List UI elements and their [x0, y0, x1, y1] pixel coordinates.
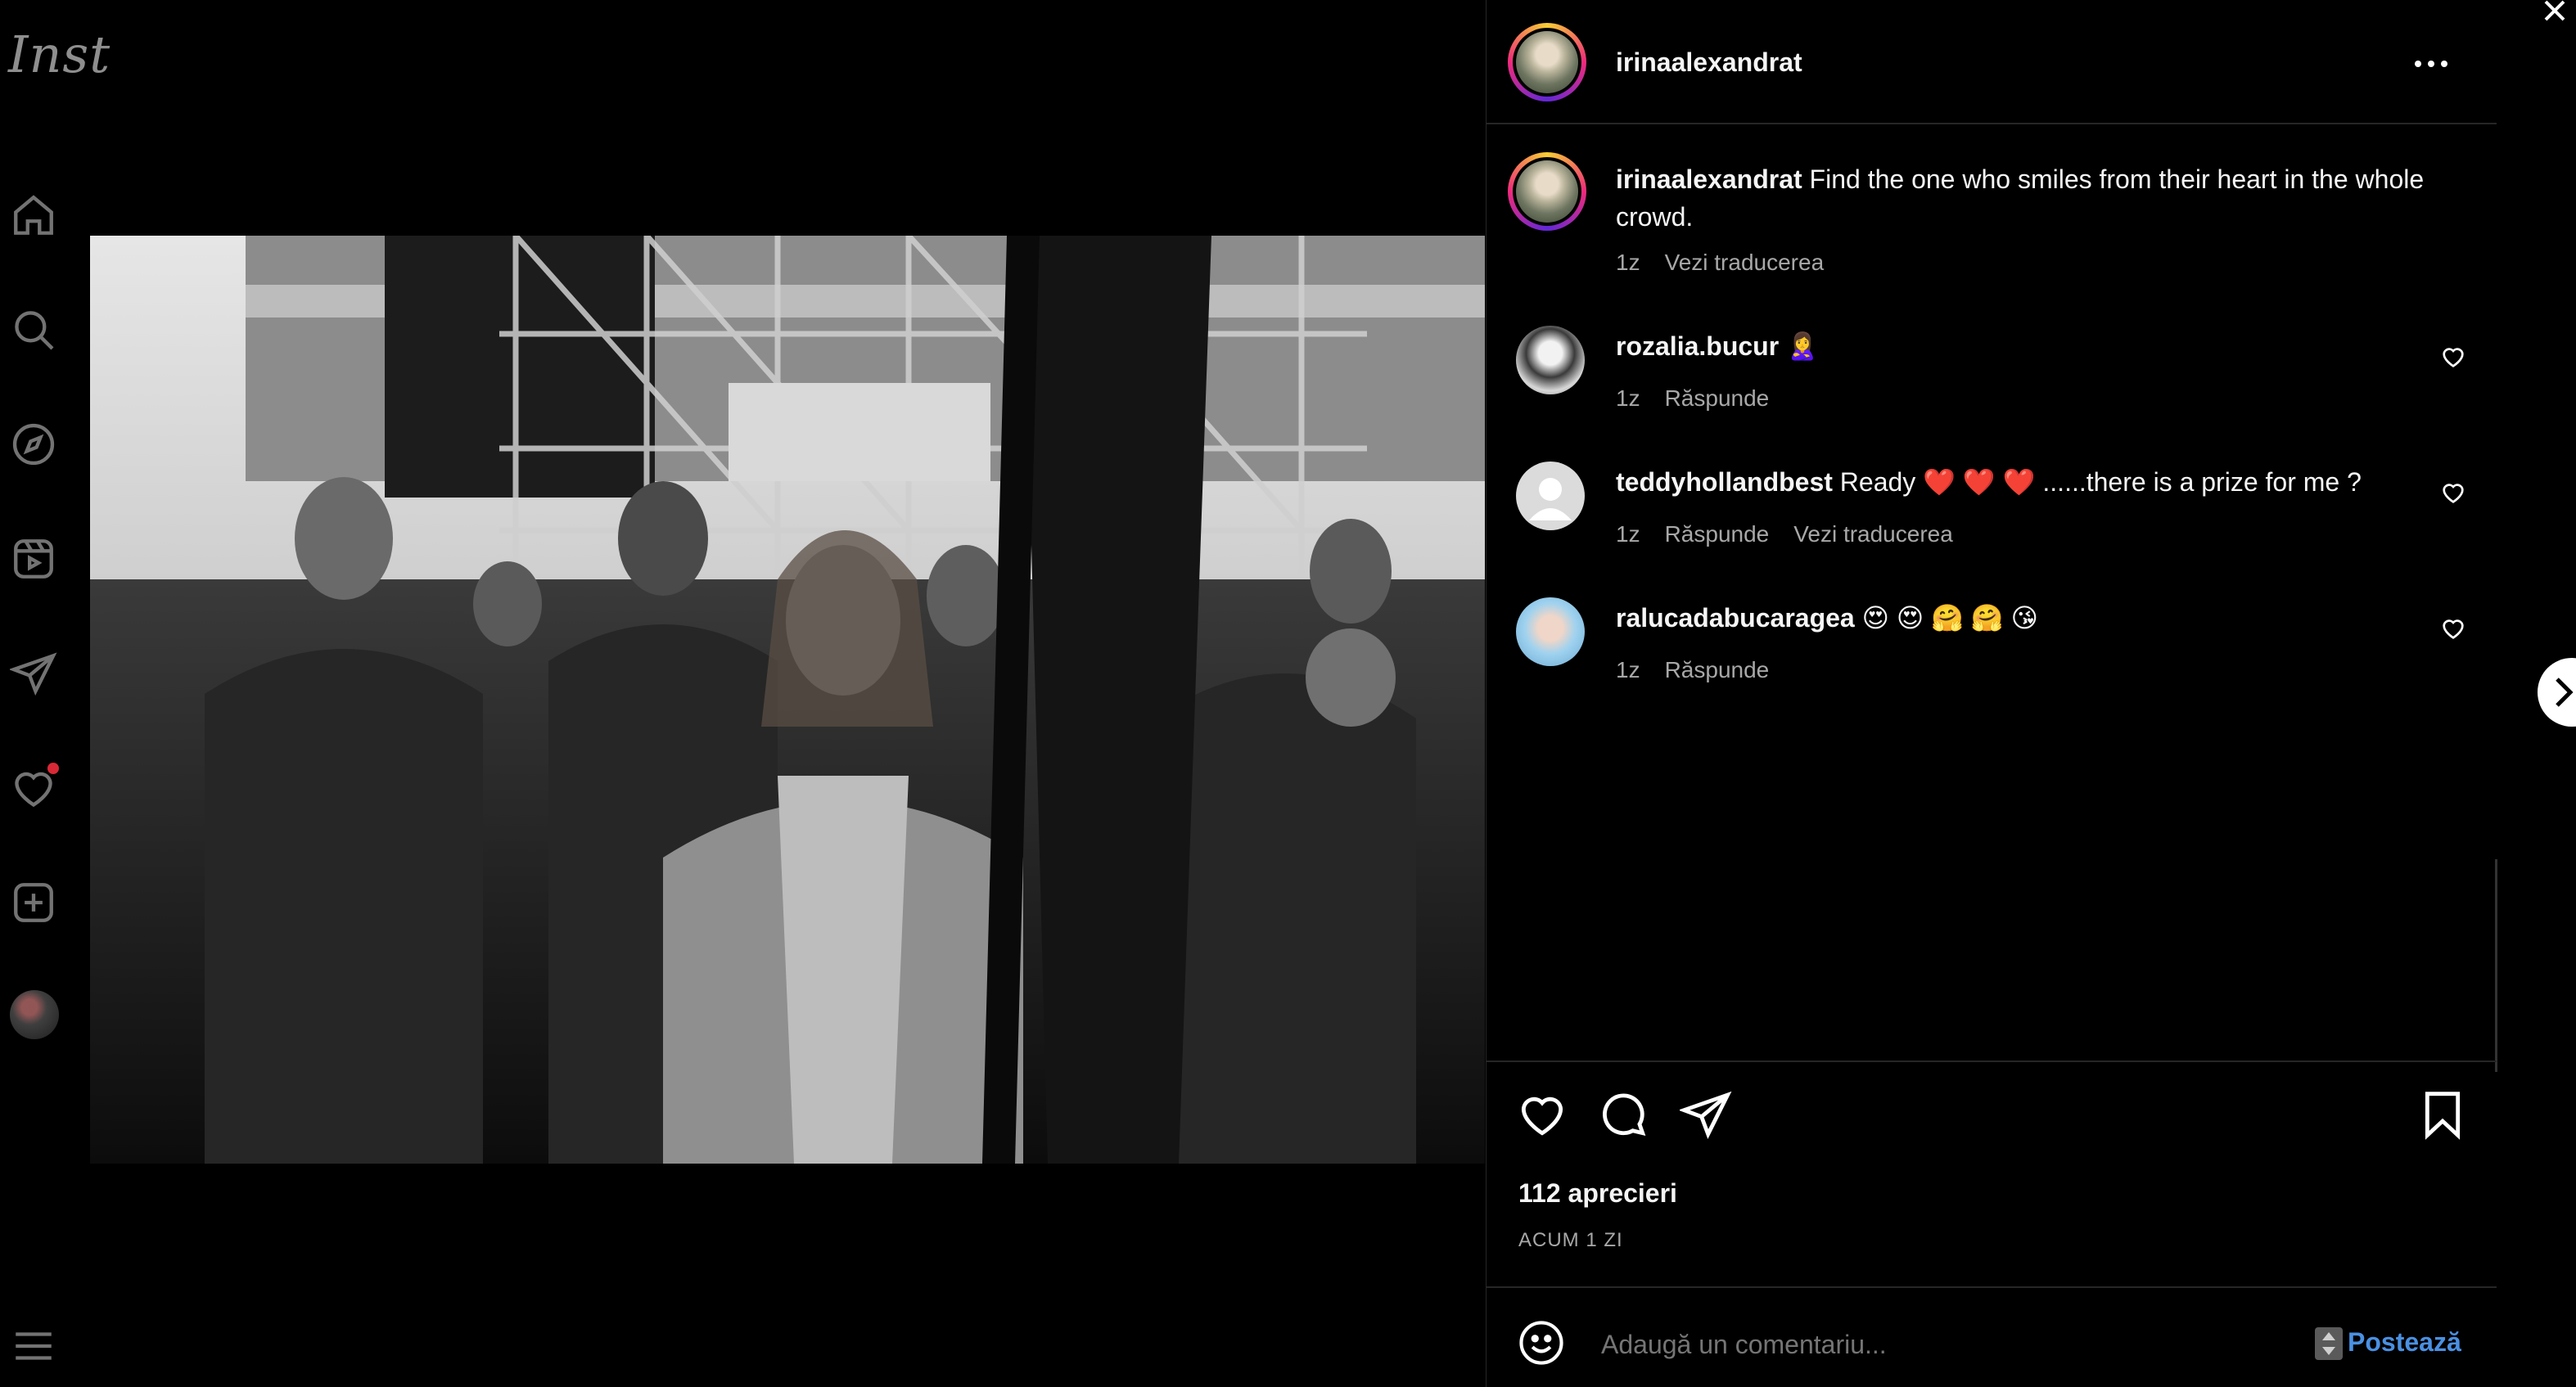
save-icon[interactable] — [2416, 1088, 2469, 1141]
caption-username[interactable]: irinaalexandrat — [1616, 164, 1802, 194]
comment-avatar[interactable] — [1516, 597, 1585, 666]
create-icon[interactable] — [5, 874, 62, 931]
comment-avatar[interactable] — [1516, 462, 1585, 530]
see-translation-link[interactable]: Vezi traducerea — [1793, 521, 1953, 547]
like-icon[interactable] — [1516, 1088, 1568, 1141]
chevron-right-icon — [2556, 678, 2574, 707]
comment-avatar[interactable] — [1516, 326, 1585, 394]
explore-icon[interactable] — [5, 416, 62, 473]
comment: teddyhollandbest Ready ❤️ ❤️ ❤️ ......th… — [1616, 463, 2418, 501]
caption-avatar[interactable] — [1508, 152, 1586, 231]
author-avatar[interactable] — [1508, 23, 1586, 101]
profile-avatar[interactable] — [10, 990, 59, 1039]
comment-like-icon[interactable] — [2440, 615, 2466, 642]
comment-username[interactable]: ralucadabucaragea — [1616, 603, 1855, 633]
comment-meta: 1z Răspunde — [1616, 657, 1793, 683]
see-translation-link[interactable]: Vezi traducerea — [1665, 250, 1825, 275]
comment-like-icon[interactable] — [2440, 344, 2466, 370]
header-divider — [1486, 123, 2497, 124]
comment-text: Ready ❤️ ❤️ ❤️ ......there is a prize fo… — [1839, 467, 2362, 497]
header-username[interactable]: irinaalexandrat — [1616, 47, 1802, 78]
next-post-button[interactable] — [2538, 658, 2576, 727]
comment-meta: 1z Răspunde Vezi traducerea — [1616, 521, 1978, 547]
home-icon[interactable] — [5, 187, 62, 244]
reply-link[interactable]: Răspunde — [1665, 521, 1770, 547]
comment-text: 🙎‍♀️ — [1786, 331, 1819, 361]
comment-username[interactable]: teddyhollandbest — [1616, 467, 1833, 497]
comment-time: 1z — [1616, 521, 1640, 547]
post-caption: irinaalexandrat Find the one who smiles … — [1616, 160, 2434, 236]
search-icon[interactable] — [5, 301, 62, 358]
reply-link[interactable]: Răspunde — [1665, 657, 1770, 682]
actions-divider — [1486, 1061, 2497, 1062]
comment-username[interactable]: rozalia.bucur — [1616, 331, 1779, 361]
messages-icon[interactable] — [5, 645, 62, 702]
cursor-indicator-icon — [2315, 1327, 2343, 1360]
comment-time: 1z — [1616, 385, 1640, 411]
comments-scrollbar[interactable] — [2495, 859, 2497, 1072]
post-comment-button[interactable]: Postează — [2348, 1327, 2461, 1358]
comment-meta: 1z Răspunde — [1616, 385, 1793, 412]
comment: rozalia.bucur 🙎‍♀️ — [1616, 327, 2385, 365]
comment: ralucadabucaragea 😍 😍 🤗 🤗 😘 — [1616, 599, 2385, 637]
composer-divider — [1486, 1286, 2497, 1288]
reels-icon[interactable] — [5, 530, 62, 588]
caption-time: 1z — [1616, 250, 1640, 275]
emoji-icon[interactable] — [1516, 1317, 1567, 1368]
caption-meta: 1z Vezi traducerea — [1616, 250, 1848, 276]
comment-time: 1z — [1616, 657, 1640, 682]
more-options-icon[interactable] — [2411, 52, 2451, 75]
comment-input[interactable] — [1599, 1319, 2258, 1370]
close-icon[interactable] — [2538, 0, 2570, 29]
instagram-logo[interactable]: Inst — [8, 25, 111, 84]
likes-count[interactable]: 112 aprecieri — [1518, 1178, 1677, 1209]
reply-link[interactable]: Răspunde — [1665, 385, 1770, 411]
comment-text: 😍 😍 🤗 🤗 😘 — [1861, 603, 2038, 633]
post-photo[interactable] — [90, 236, 1485, 1164]
menu-icon[interactable] — [5, 1317, 62, 1375]
comment-icon[interactable] — [1598, 1088, 1650, 1141]
comment-like-icon[interactable] — [2440, 480, 2466, 506]
post-timestamp: ACUM 1 ZI — [1518, 1229, 1623, 1251]
notification-dot — [47, 763, 59, 774]
share-icon[interactable] — [1680, 1088, 1732, 1141]
